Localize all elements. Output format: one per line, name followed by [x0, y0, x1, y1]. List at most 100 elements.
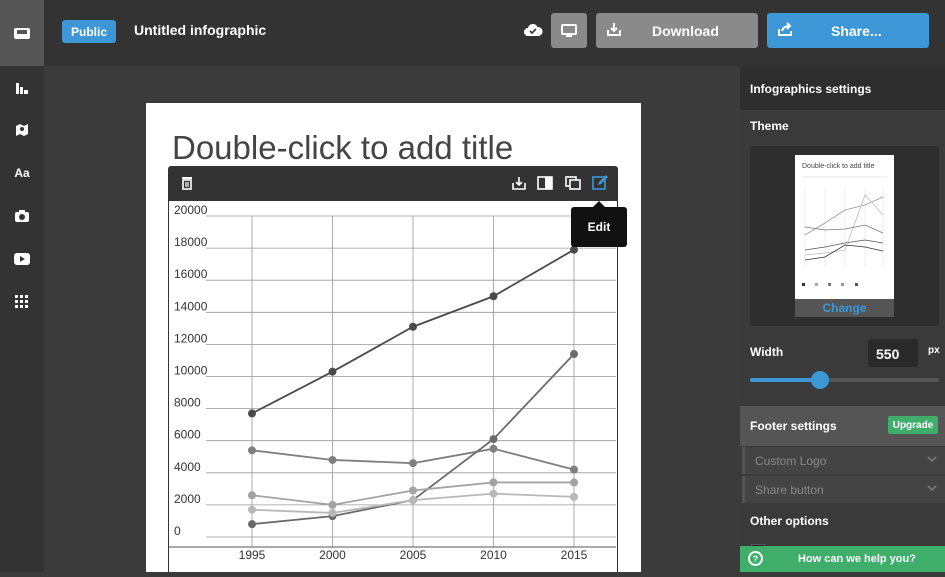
duplicate-button[interactable]	[564, 174, 582, 192]
document-title[interactable]: Untitled infographic	[134, 22, 266, 38]
data-point	[328, 500, 337, 509]
y-tick-label: 18000	[174, 235, 208, 249]
help-label: How can we help you?	[798, 553, 916, 565]
top-bar: Public Untitled infographic Download Sha…	[0, 0, 945, 66]
chart-tool[interactable]	[12, 78, 32, 98]
video-tool[interactable]	[12, 249, 32, 269]
footer-settings-label: Footer settings	[750, 419, 837, 433]
data-point	[489, 444, 498, 453]
thumbnail-chart	[802, 176, 887, 286]
data-point	[328, 508, 337, 517]
share-button-label: Share button	[755, 483, 824, 497]
data-point	[328, 455, 337, 464]
chart-icon	[16, 83, 28, 94]
chart-download-button[interactable]	[510, 174, 528, 192]
x-tick-label: 2015	[561, 548, 588, 562]
theme-label: Theme	[750, 119, 789, 133]
y-tick-label: 6000	[174, 428, 201, 442]
share-button[interactable]: Share...	[767, 13, 929, 48]
left-toolbar: Aa	[0, 66, 44, 572]
copy-icon	[565, 176, 581, 190]
camera-icon	[15, 210, 29, 222]
data-point	[248, 491, 256, 500]
data-point	[328, 367, 337, 376]
data-point	[409, 496, 417, 505]
width-slider-fill	[750, 378, 820, 382]
delete-button[interactable]	[178, 174, 196, 192]
map-tool[interactable]	[12, 120, 32, 140]
data-point	[409, 322, 417, 331]
y-tick-label: 14000	[174, 299, 208, 313]
width-input[interactable]: 550	[868, 339, 918, 367]
edit-tooltip: Edit	[571, 201, 627, 247]
settings-header: Infographics settings	[740, 66, 945, 110]
map-icon	[16, 124, 28, 136]
inbox-icon	[14, 28, 30, 39]
custom-logo-dropdown[interactable]: Custom Logo	[742, 447, 945, 474]
y-tick-label: 2000	[174, 492, 201, 506]
download-icon	[607, 23, 621, 36]
data-point	[570, 465, 578, 474]
chevron-down-icon	[927, 456, 937, 463]
public-badge[interactable]: Public	[62, 20, 116, 43]
help-chat-button[interactable]: ? How can we help you?	[740, 546, 945, 572]
other-options-label: Other options	[750, 514, 829, 528]
photo-tool[interactable]	[12, 206, 32, 226]
trash-icon	[182, 177, 192, 190]
text-icon: Aa	[14, 166, 30, 180]
data-point	[489, 435, 498, 444]
data-point	[248, 409, 256, 418]
video-icon	[14, 253, 30, 265]
x-tick-label: 2005	[400, 548, 427, 562]
upgrade-button[interactable]: Upgrade	[888, 416, 938, 434]
present-button[interactable]	[551, 13, 587, 48]
share-icon	[778, 22, 792, 36]
x-tick-label: 2010	[480, 548, 507, 562]
y-tick-label: 10000	[174, 364, 208, 378]
home-button[interactable]	[0, 0, 44, 66]
elements-tool[interactable]	[12, 292, 32, 312]
data-point	[248, 446, 256, 455]
flip-icon	[537, 176, 553, 190]
grid-icon	[15, 295, 28, 308]
width-slider[interactable]	[750, 371, 939, 389]
chart-toolbar	[168, 166, 618, 201]
width-unit: px	[928, 345, 940, 356]
theme-thumbnail[interactable]: Double-click to add title	[795, 155, 894, 299]
x-tick-label: 1995	[239, 548, 266, 562]
data-point	[409, 459, 417, 468]
theme-preview: Double-click to add title Change	[750, 146, 939, 326]
data-point	[489, 489, 498, 498]
download-label: Download	[652, 23, 719, 39]
data-point	[570, 492, 578, 501]
y-tick-label: 8000	[174, 396, 201, 410]
data-point	[489, 478, 498, 487]
settings-panel: Infographics settings Theme Double-click…	[740, 66, 945, 572]
y-tick-label: 16000	[174, 267, 208, 281]
y-tick-label: 12000	[174, 331, 208, 345]
monitor-icon	[561, 23, 577, 37]
data-point	[248, 505, 256, 514]
custom-logo-label: Custom Logo	[755, 454, 827, 468]
download-icon	[512, 177, 526, 190]
y-tick-label: 0	[174, 524, 181, 538]
data-point	[248, 520, 256, 529]
text-tool[interactable]: Aa	[12, 163, 32, 183]
help-icon: ?	[748, 551, 763, 566]
footer-settings[interactable]: Footer settings Upgrade	[740, 406, 945, 446]
edit-button[interactable]	[591, 174, 609, 192]
share-label: Share...	[831, 23, 882, 39]
cloud-saved-icon	[524, 23, 543, 36]
change-theme-button[interactable]: Change	[795, 299, 894, 317]
x-tick-label: 2000	[319, 548, 346, 562]
chart-frame[interactable]: 20000 18000 16000 14000 12000 10000 8000 6000 40…	[168, 201, 618, 572]
data-point	[489, 292, 498, 301]
flip-button[interactable]	[536, 174, 554, 192]
data-point	[409, 486, 417, 495]
data-point	[570, 478, 578, 487]
width-slider-handle[interactable]	[810, 371, 829, 389]
y-tick-label: 4000	[174, 460, 201, 474]
infographic-title[interactable]: Double-click to add title	[172, 129, 513, 167]
share-button-dropdown[interactable]: Share button	[742, 476, 945, 503]
download-button[interactable]: Download	[596, 13, 758, 48]
